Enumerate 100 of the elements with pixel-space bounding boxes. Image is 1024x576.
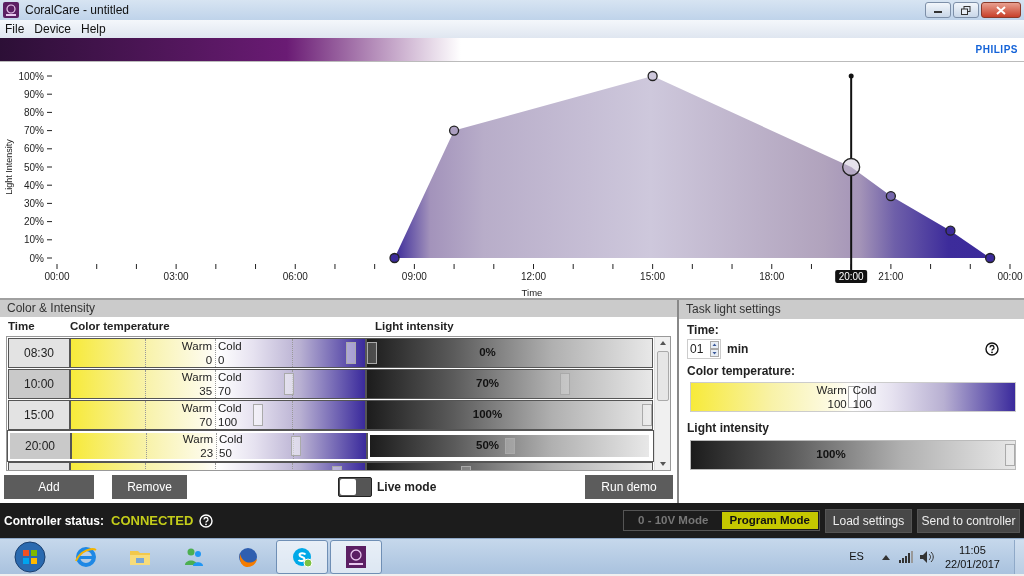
time-spinner[interactable]: 01 — [687, 339, 721, 359]
scrollbar[interactable] — [654, 337, 670, 470]
data-point — [945, 225, 956, 236]
close-icon — [996, 5, 1006, 15]
mode-tab[interactable]: Program Mode — [721, 512, 818, 529]
axis-tick-label: 00:00 — [44, 271, 70, 282]
axis-tick-label: 03:00 — [163, 271, 189, 282]
menu-item[interactable]: File — [0, 20, 30, 38]
menu-item[interactable]: Help — [76, 20, 111, 38]
axis-tick-label: 70% — [24, 125, 44, 137]
axis-tick-label: 50% — [24, 161, 44, 173]
run-demo-button[interactable]: Run demo — [585, 474, 673, 499]
cold-value: 70 — [218, 384, 231, 398]
taskbar-button[interactable] — [330, 539, 382, 574]
cold-label: Cold — [218, 401, 242, 415]
slider-thumb[interactable] — [1005, 444, 1015, 466]
schedule-row[interactable]: 20:00 Warm 23 Cold 50 50% — [8, 431, 653, 461]
time-cell-text: 20:00 — [25, 438, 55, 455]
color-temperature-slider[interactable]: Warm 100 Cold 100 — [690, 382, 1016, 412]
data-point — [885, 190, 897, 202]
network-icon[interactable] — [898, 550, 913, 563]
color-temperature-slider[interactable]: Warm 70 Cold 100 — [71, 401, 365, 429]
start-button[interactable] — [14, 540, 46, 573]
restore-button[interactable] — [953, 2, 979, 18]
help-icon[interactable] — [985, 342, 999, 356]
axis-tick-label: 09:00 — [401, 271, 427, 282]
intensity-value: 70% — [476, 376, 499, 392]
column-header: Light intensity — [375, 319, 454, 332]
time-cell-text: 08:30 — [24, 345, 54, 362]
status-label: Controller status: — [4, 512, 104, 530]
clock-date: 22/01/2017 — [944, 556, 1000, 571]
color-temperature-slider[interactable]: Warm 35 Cold 70 — [71, 370, 365, 398]
action-button[interactable]: Add — [4, 474, 94, 499]
axis-tick-label: 06:00 — [282, 271, 308, 282]
time-badge: 20:00 — [835, 270, 868, 283]
slider-thumb[interactable] — [642, 404, 652, 426]
brand-name: PHILIPS — [975, 43, 1018, 57]
intensity-slider[interactable]: 0% — [367, 339, 652, 367]
clock[interactable]: 11:05 22/01/2017 — [944, 542, 1000, 571]
slider-thumb[interactable] — [252, 404, 263, 426]
cold-value: 0 — [218, 353, 225, 367]
color-temperature-slider[interactable]: Warm 23 Cold 50 — [72, 433, 366, 459]
intensity-slider[interactable]: 50% — [368, 433, 651, 459]
axis-tick-label: 60% — [24, 143, 44, 155]
intensity-slider[interactable]: 100% — [367, 401, 652, 429]
schedule-row[interactable]: 08:30 Warm 0 Cold 0 0% — [8, 338, 653, 368]
field-label: Time: — [687, 322, 719, 338]
cold-value: 50 — [219, 446, 232, 460]
color-temperature-slider[interactable]: Warm 0 Cold 0 — [71, 339, 365, 367]
axis-tick-label: 00:00 — [997, 271, 1023, 282]
time-cell-text: 10:00 — [24, 376, 54, 393]
spinner-arrows-icon[interactable] — [710, 341, 719, 357]
intensity-value: 100% — [816, 447, 846, 463]
axis-tick-label: 80% — [24, 106, 44, 118]
action-button[interactable]: Remove — [112, 474, 187, 499]
slider-thumb[interactable] — [559, 373, 570, 395]
cold-value: 100 — [218, 415, 238, 429]
axis-tick-label: 18:00 — [759, 271, 785, 282]
intensity-value: 0% — [479, 345, 496, 361]
warm-value: 23 — [200, 446, 214, 460]
column-header: Color temperature — [70, 319, 170, 332]
close-button[interactable] — [981, 2, 1021, 18]
warm-label: Warm — [181, 370, 213, 384]
action-button[interactable]: Send to controller — [917, 508, 1020, 533]
intensity-value: 50% — [476, 438, 499, 454]
mode-switch[interactable]: 0 - 10V Mode Program Mode — [623, 510, 820, 531]
minimize-button[interactable] — [925, 2, 951, 18]
action-button[interactable]: Load settings — [825, 508, 912, 533]
mode-tab[interactable]: 0 - 10V Mode — [625, 512, 722, 529]
app-icon — [3, 2, 19, 18]
unit-label: min — [727, 341, 749, 358]
slider-thumb[interactable] — [346, 342, 357, 364]
axis-tick-label: 40% — [24, 179, 44, 191]
slider-thumb[interactable] — [284, 373, 294, 395]
data-point — [389, 252, 400, 264]
toggle-switch[interactable] — [338, 476, 372, 497]
cold-label: Cold — [852, 383, 877, 397]
axis-title: Time — [521, 287, 543, 298]
tray-expand-icon[interactable] — [881, 553, 890, 560]
time-cell-text: 15:00 — [24, 407, 54, 424]
slider-thumb[interactable] — [290, 436, 301, 456]
menu-item[interactable]: Device — [29, 20, 77, 38]
schedule-row[interactable]: 15:00 Warm 70 Cold 100 100% — [8, 400, 653, 430]
speaker-icon[interactable] — [918, 549, 935, 564]
axis-tick-label: 12:00 — [521, 271, 546, 282]
intensity-slider[interactable]: 70% — [367, 370, 652, 398]
scrollbar-thumb[interactable] — [656, 351, 669, 401]
axis-tick-label: 100% — [18, 70, 44, 82]
warm-value: 70 — [199, 415, 213, 429]
schedule-row[interactable]: 10:00 Warm 35 Cold 70 70% — [8, 369, 653, 399]
warm-value: 35 — [199, 384, 213, 398]
language-indicator[interactable]: ES — [849, 548, 864, 565]
panel-title: Task light settings — [679, 300, 1024, 319]
axis-tick-label: 15:00 — [640, 271, 666, 282]
slider-thumb[interactable] — [504, 438, 515, 454]
column-header: Time — [8, 319, 35, 332]
slider-thumb[interactable] — [367, 342, 377, 364]
intensity-slider[interactable]: 100% — [690, 440, 1016, 470]
window-title: CoralCare - untitled — [25, 2, 130, 19]
cold-label: Cold — [218, 370, 242, 384]
